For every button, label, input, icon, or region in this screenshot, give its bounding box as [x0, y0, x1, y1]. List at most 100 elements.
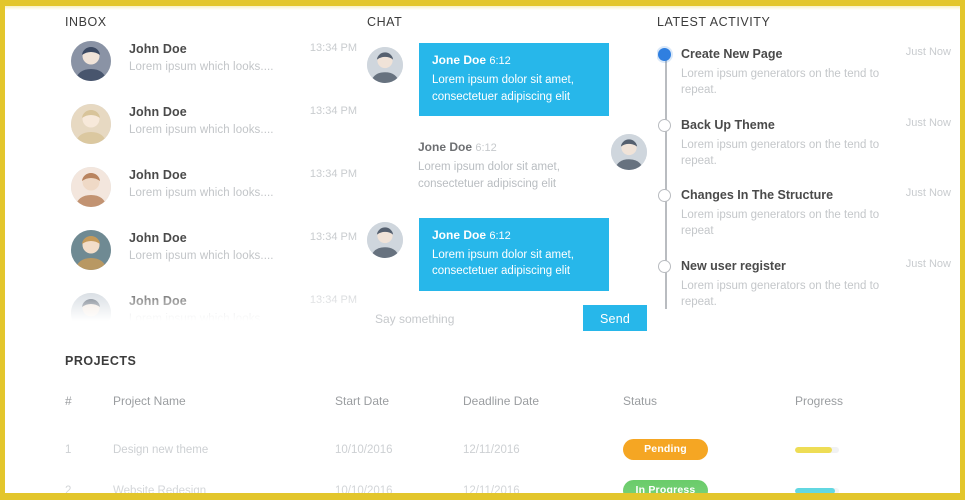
projects-title: PROJECTS	[65, 354, 137, 368]
avatar	[367, 47, 403, 83]
activity-item[interactable]: Back Up Theme Just Now Lorem ipsum generat…	[658, 116, 957, 170]
progress-bar-fill	[795, 487, 835, 493]
chat-composer: Send	[367, 304, 647, 331]
project-number: 1	[65, 443, 72, 456]
project-status-cell: In Progress	[623, 470, 795, 493]
inbox-timestamp: 13:34 PM	[309, 42, 357, 54]
activity-description: Lorem ipsum generators on the tend to re…	[681, 280, 880, 309]
chat-input[interactable]	[375, 306, 583, 331]
app-frame: INBOX John Doe Lorem ipsum which looks...…	[0, 0, 965, 500]
activity-description: Lorem ipsum generators on the tend to re…	[681, 209, 880, 238]
progress-bar	[795, 446, 839, 453]
progress-bar	[795, 487, 839, 493]
inbox-snippet: Lorem ipsum which looks....	[129, 187, 274, 199]
dashboard-panels: INBOX John Doe Lorem ipsum which looks...…	[5, 6, 960, 331]
inbox-item[interactable]: John Doe Lorem ipsum which looks.... 13:34…	[65, 291, 365, 331]
column-header[interactable]: Status	[623, 394, 795, 429]
inbox-item[interactable]: John Doe Lorem ipsum which looks.... 13:34…	[65, 102, 365, 165]
activity-title-text: Back Up Theme	[681, 117, 775, 132]
inbox-panel: INBOX John Doe Lorem ipsum which looks...…	[65, 6, 365, 331]
chat-timestamp: 6:12	[489, 55, 511, 67]
chat-sender-name: Jone Doe	[432, 53, 487, 67]
timeline-dot-icon	[658, 189, 671, 203]
chat-sender-name: Jone Doe	[432, 227, 487, 242]
inbox-item-body: John Doe Lorem ipsum which looks.... 13:34…	[129, 102, 365, 136]
inbox-item-body: John Doe Lorem ipsum which looks.... 13:34…	[129, 165, 365, 199]
status-badge: Pending	[623, 439, 708, 460]
avatar	[71, 104, 111, 144]
activity-timestamp: Just Now	[905, 116, 951, 129]
activity-timestamp: Just Now	[905, 258, 951, 271]
timeline-items: Create New Page Just Now Lorem ipsum gener…	[658, 45, 957, 311]
chat-bubble-header: Jone Doe 6:12	[432, 52, 596, 70]
activity-timeline: Create New Page Just Now Lorem ipsum gener…	[657, 45, 957, 311]
chat-message-text: Lorem ipsum dolor sit amet, consectetuer…	[418, 161, 560, 190]
inbox-list[interactable]: John Doe Lorem ipsum which looks.... 13:34…	[65, 39, 365, 331]
avatar	[367, 221, 403, 258]
chat-message: Jone Doe 6:12 Lorem ipsum dolor sit amet,…	[367, 130, 647, 203]
chat-bubble-header: Jone Doe 6:12	[418, 139, 582, 157]
activity-description: Lorem ipsum generators on the tend to re…	[681, 138, 880, 167]
project-progress-cell	[795, 470, 905, 493]
inbox-item[interactable]: John Doe Lorem ipsum which looks.... 13:34…	[65, 165, 365, 228]
column-header[interactable]: #	[65, 394, 113, 429]
chat-bubble: Jone Doe 6:12 Lorem ipsum dolor sit amet,…	[405, 130, 595, 203]
column-header[interactable]: Start Date	[335, 394, 463, 429]
chat-sender-name: Jone Doe	[418, 140, 473, 155]
activity-timestamp: Just Now	[905, 187, 951, 200]
table-header-row: # Project Name Start Date Deadline Date Stat…	[65, 394, 905, 429]
inbox-snippet: Lorem ipsum which looks....	[129, 313, 274, 325]
send-button[interactable]: Send	[583, 304, 647, 331]
timeline-dot-icon	[658, 118, 671, 132]
column-header[interactable]: Deadline Date	[463, 394, 623, 429]
project-number: 2	[65, 484, 72, 497]
inbox-snippet: Lorem ipsum which looks....	[129, 124, 274, 136]
chat-bubble: Jone Doe 6:12 Lorem ipsum dolor sit amet,…	[419, 43, 609, 117]
activity-item[interactable]: Changes In The Structure Just Now Lorem ip…	[658, 186, 957, 240]
project-status-cell: Pending	[623, 429, 795, 470]
timeline-dot-icon	[658, 48, 671, 61]
progress-bar-fill	[795, 446, 833, 453]
chat-message-list: Jone Doe 6:12 Lorem ipsum dolor sit amet,…	[367, 43, 647, 291]
inbox-item-body: John Doe Lorem ipsum which looks.... 13:34…	[129, 39, 365, 73]
project-start-date: 10/10/2016	[335, 443, 393, 456]
table-row[interactable]: 2 Website Redesign 10/10/2016 12/11/2016 In …	[65, 470, 905, 497]
table-row[interactable]: 1 Design new theme 10/10/2016 12/11/2016 Pen…	[65, 429, 905, 470]
inbox-item-body: John Doe Lorem ipsum which looks.... 13:34…	[129, 228, 365, 262]
inbox-title: INBOX	[65, 15, 107, 29]
column-header[interactable]: Progress	[795, 394, 905, 429]
chat-message: Jone Doe 6:12 Lorem ipsum dolor sit amet,…	[367, 217, 647, 291]
activity-timestamp: Just Now	[905, 46, 951, 58]
column-header[interactable]: Project Name	[113, 394, 335, 429]
status-badge: In Progress	[623, 480, 708, 493]
inbox-timestamp: 13:34 PM	[309, 105, 357, 117]
activity-item[interactable]: New user register Just Now Lorem ipsum gen…	[658, 257, 957, 311]
chat-message-text: Lorem ipsum dolor sit amet, consectetuer…	[432, 248, 574, 278]
chat-message: Jone Doe 6:12 Lorem ipsum dolor sit amet,…	[367, 43, 647, 117]
chat-message-text: Lorem ipsum dolor sit amet, consectetuer…	[432, 73, 574, 103]
inbox-timestamp: 13:34 PM	[309, 231, 357, 243]
inbox-item[interactable]: John Doe Lorem ipsum which looks.... 13:34…	[65, 39, 365, 102]
project-progress-cell	[795, 429, 905, 470]
activity-title-text: Changes In The Structure	[681, 188, 834, 203]
projects-section: PROJECTS # Project Name Start Date Deadline…	[65, 354, 905, 497]
projects-table-head: # Project Name Start Date Deadline Date Stat…	[65, 394, 905, 429]
projects-table-body: 1 Design new theme 10/10/2016 12/11/2016 Pen…	[65, 429, 905, 497]
avatar	[611, 134, 647, 171]
chat-title: CHAT	[367, 15, 403, 29]
inbox-item[interactable]: John Doe Lorem ipsum which looks.... 13:34…	[65, 228, 365, 291]
project-deadline-date: 12/11/2016	[463, 443, 520, 456]
inbox-snippet: Lorem ipsum which looks....	[129, 61, 274, 73]
activity-title-text: Create New Page	[681, 47, 783, 61]
activity-description: Lorem ipsum generators on the tend to re…	[681, 68, 880, 96]
chat-bubble-header: Jone Doe 6:12	[432, 227, 596, 245]
chat-panel: CHAT Jone Doe 6:12 Lorem ipsum dolor sit …	[367, 6, 647, 331]
inbox-timestamp: 13:34 PM	[309, 294, 357, 306]
chat-timestamp: 6:12	[475, 142, 497, 155]
projects-table: # Project Name Start Date Deadline Date Stat…	[65, 394, 905, 497]
activity-title: LATEST ACTIVITY	[657, 15, 771, 29]
chat-bubble: Jone Doe 6:12 Lorem ipsum dolor sit amet,…	[419, 217, 609, 291]
inbox-timestamp: 13:34 PM	[309, 168, 357, 180]
activity-item[interactable]: Create New Page Just Now Lorem ipsum gener…	[658, 45, 957, 99]
avatar	[71, 230, 111, 270]
